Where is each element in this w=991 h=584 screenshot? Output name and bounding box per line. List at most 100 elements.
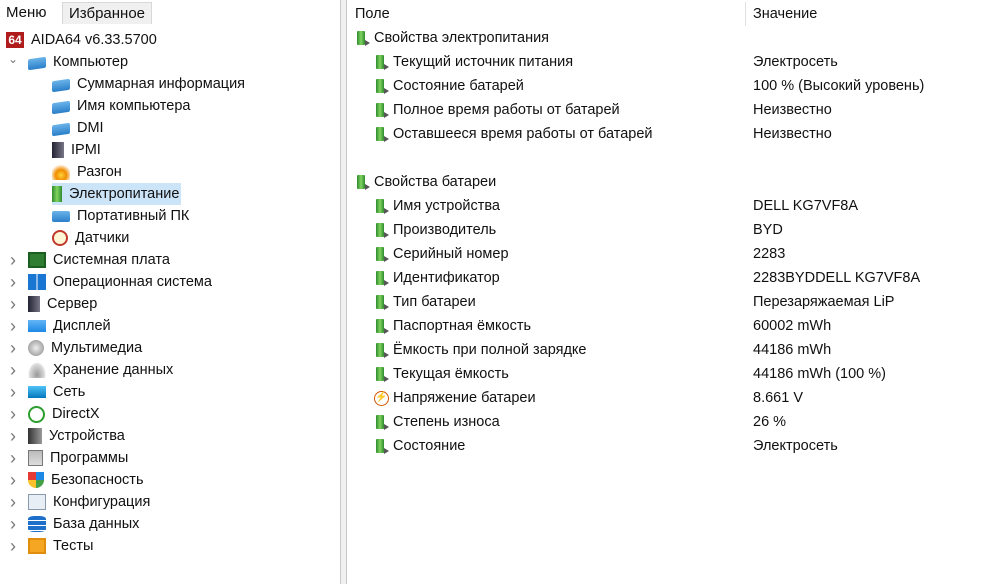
- tree-item[interactable]: › Безопасность: [10, 469, 146, 491]
- battery-icon: [374, 198, 390, 215]
- chevron-right-icon[interactable]: ›: [8, 447, 18, 469]
- pane-splitter[interactable]: [340, 0, 347, 584]
- tree-item-label: Датчики: [75, 230, 130, 246]
- chevron-right-icon[interactable]: ›: [8, 293, 18, 315]
- chevron-right-icon[interactable]: ›: [8, 491, 18, 513]
- field-cell: Степень износа: [374, 410, 500, 434]
- chevron-right-icon[interactable]: ›: [8, 469, 18, 491]
- battery-icon: [374, 366, 390, 383]
- tree-item[interactable]: DMI: [52, 117, 106, 139]
- group-header-row[interactable]: Свойства батареи: [347, 170, 991, 194]
- voltage-icon: ⚡: [374, 390, 389, 406]
- tree-item[interactable]: IPMI: [52, 139, 103, 161]
- tree-item[interactable]: › Операционная система: [10, 271, 214, 293]
- tree-item[interactable]: › Тесты: [10, 535, 95, 557]
- field-label: Свойства электропитания: [374, 30, 550, 46]
- tree-item[interactable]: Датчики: [52, 227, 131, 249]
- tree-item-label: Суммарная информация: [77, 76, 246, 92]
- tree-item[interactable]: › Конфигурация: [10, 491, 152, 513]
- field-label: Напряжение батареи: [393, 390, 536, 406]
- column-value-header[interactable]: Значение: [753, 0, 817, 28]
- chevron-right-icon[interactable]: ›: [8, 337, 18, 359]
- tree-item[interactable]: › Сервер: [10, 293, 99, 315]
- chevron-right-icon[interactable]: ›: [8, 315, 18, 337]
- property-row[interactable]: Состояние батарей 100 % (Высокий уровень): [347, 74, 991, 98]
- chevron-right-icon[interactable]: ›: [8, 403, 18, 425]
- tree-item[interactable]: Имя компьютера: [52, 95, 192, 117]
- chevron-down-icon[interactable]: ⌄: [8, 48, 18, 70]
- property-row[interactable]: Степень износа 26 %: [347, 410, 991, 434]
- field-label: Свойства батареи: [374, 174, 497, 190]
- tree-item[interactable]: 64 AIDA64 v6.33.5700: [6, 29, 159, 51]
- property-row[interactable]: Текущая ёмкость 44186 mWh (100 %): [347, 362, 991, 386]
- chevron-right-icon[interactable]: ›: [8, 271, 18, 293]
- property-row[interactable]: Оставшееся время работы от батарей Неизве…: [347, 122, 991, 146]
- battery-icon: [374, 78, 390, 95]
- field-cell: Идентификатор: [374, 266, 500, 290]
- tab-menu[interactable]: Меню: [0, 0, 53, 26]
- chevron-right-icon[interactable]: ›: [8, 535, 18, 557]
- value-cell: Перезаряжаемая LiP: [753, 294, 895, 310]
- tree-item[interactable]: › Устройства: [10, 425, 127, 447]
- battery-icon: [374, 126, 390, 143]
- tree-item[interactable]: › Хранение данных: [10, 359, 175, 381]
- tree-item[interactable]: › Системная плата: [10, 249, 172, 271]
- config-icon: [28, 494, 46, 510]
- value-cell: 8.661 V: [753, 390, 803, 406]
- chevron-right-icon[interactable]: ›: [8, 249, 18, 271]
- property-row[interactable]: ⚡ Напряжение батареи 8.661 V: [347, 386, 991, 410]
- tree-item[interactable]: › База данных: [10, 513, 141, 535]
- battery-icon: [355, 174, 371, 191]
- chevron-right-icon[interactable]: ›: [8, 381, 18, 403]
- property-row[interactable]: Состояние Электросеть: [347, 434, 991, 458]
- battery-icon: [374, 318, 390, 335]
- server-icon: [52, 142, 64, 158]
- field-label: Степень износа: [393, 414, 500, 430]
- property-row[interactable]: Тип батареи Перезаряжаемая LiP: [347, 290, 991, 314]
- tree-item[interactable]: › Дисплей: [10, 315, 113, 337]
- tree-item[interactable]: Портативный ПК: [52, 205, 191, 227]
- field-cell: Состояние батарей: [374, 74, 524, 98]
- tree-item[interactable]: › DirectX: [10, 403, 102, 425]
- property-row[interactable]: Текущий источник питания Электросеть: [347, 50, 991, 74]
- tree-item-label: Операционная система: [53, 274, 212, 290]
- property-row[interactable]: Идентификатор 2283BYDDELL KG7VF8A: [347, 266, 991, 290]
- tree-item[interactable]: › Мультимедиа: [10, 337, 144, 359]
- aida64-logo-icon: 64: [6, 32, 24, 48]
- tree-item[interactable]: › Программы: [10, 447, 130, 469]
- server-icon: [28, 296, 40, 312]
- tree-item[interactable]: Разгон: [52, 161, 124, 183]
- tree-item-label: Портативный ПК: [77, 208, 190, 224]
- tree-item-label: Разгон: [77, 164, 122, 180]
- tab-favorites[interactable]: Избранное: [62, 2, 153, 24]
- pane-tabs: Меню Избранное: [0, 0, 340, 26]
- field-cell: Свойства батареи: [355, 170, 496, 194]
- flame-icon: [52, 164, 70, 180]
- property-row[interactable]: Паспортная ёмкость 60002 mWh: [347, 314, 991, 338]
- chevron-right-icon[interactable]: ›: [8, 425, 18, 447]
- group-header-row[interactable]: Свойства электропитания: [347, 26, 991, 50]
- field-cell: Паспортная ёмкость: [374, 314, 531, 338]
- column-field-header[interactable]: Поле: [355, 0, 390, 28]
- value-cell: 26 %: [753, 414, 787, 430]
- column-divider[interactable]: [745, 2, 746, 26]
- details-pane: Поле Значение Свойства электропитания Тек…: [347, 0, 991, 584]
- field-cell: Производитель: [374, 218, 496, 242]
- tree-item[interactable]: › Сеть: [10, 381, 87, 403]
- navigation-pane: Меню Избранное 64 AIDA64 v6.33.5700 ⌄ Компь…: [0, 0, 340, 584]
- motherboard-icon: [28, 252, 46, 268]
- chevron-right-icon[interactable]: ›: [8, 513, 18, 535]
- tree-item[interactable]: ⌄ Компьютер: [8, 51, 130, 73]
- property-row[interactable]: Полное время работы от батарей Неизвестно: [347, 98, 991, 122]
- field-cell: Тип батареи: [374, 290, 476, 314]
- tree-item[interactable]: Электропитание: [52, 183, 182, 205]
- property-row[interactable]: Серийный номер 2283: [347, 242, 991, 266]
- disk-icon: [28, 362, 46, 378]
- chevron-right-icon[interactable]: ›: [8, 359, 18, 381]
- property-row[interactable]: Производитель BYD: [347, 218, 991, 242]
- field-label: Состояние батарей: [393, 78, 524, 94]
- tree-item-label: DirectX: [52, 406, 100, 422]
- tree-item[interactable]: Суммарная информация: [52, 73, 247, 95]
- property-row[interactable]: Имя устройства DELL KG7VF8A: [347, 194, 991, 218]
- property-row[interactable]: Ёмкость при полной зарядке 44186 mWh: [347, 338, 991, 362]
